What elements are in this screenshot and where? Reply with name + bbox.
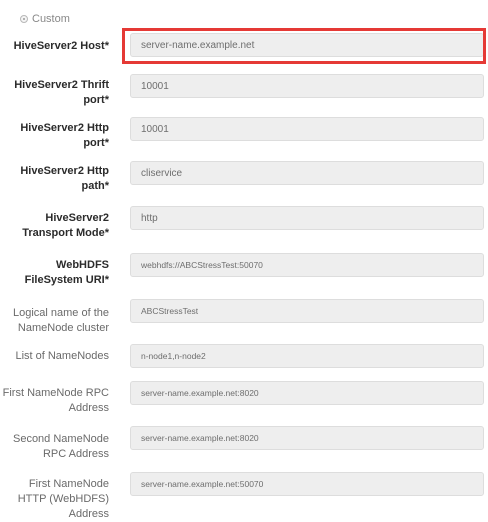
label-line: First NameNode — [28, 478, 109, 490]
hiveserver2-http-port-label: HiveServer2 Http port* — [20, 121, 109, 151]
webhdfs-filesystem-uri-input[interactable] — [130, 253, 484, 277]
hiveserver2-thrift-port-label: HiveServer2 Thrift port* — [14, 78, 109, 108]
label-line: HiveServer2 Http — [20, 165, 109, 177]
hiveserver2-http-path-input[interactable] — [130, 161, 484, 185]
second-namenode-rpc-input[interactable] — [130, 426, 484, 450]
hiveserver2-host-label-text: HiveServer2 Host* — [13, 40, 109, 52]
label-line: NameNode cluster — [17, 322, 109, 334]
label-line: Address — [68, 508, 109, 520]
label-line: HTTP (WebHDFS) — [17, 493, 109, 505]
label-line: Address — [68, 402, 109, 414]
hiveserver2-http-path-label: HiveServer2 Http path* — [20, 164, 109, 194]
custom-radio-option[interactable]: Custom — [20, 11, 70, 27]
label-line: HiveServer2 Http — [20, 122, 109, 134]
label-line: First NameNode RPC — [2, 387, 109, 399]
hiveserver2-http-port-input[interactable] — [130, 117, 484, 141]
label-line: WebHDFS — [56, 259, 109, 271]
label-line: path* — [81, 180, 110, 192]
label-line: port* — [83, 94, 109, 106]
hiveserver2-thrift-port-input[interactable] — [130, 74, 484, 98]
label-line: port* — [83, 137, 109, 149]
custom-radio-label: Custom — [32, 13, 70, 25]
namenode-cluster-input[interactable] — [130, 299, 484, 323]
first-namenode-http-input[interactable] — [130, 472, 484, 496]
list-of-namenodes-label: List of NameNodes — [15, 349, 109, 364]
namenode-cluster-label: Logical name of the NameNode cluster — [13, 306, 109, 336]
second-namenode-rpc-label: Second NameNode RPC Address — [13, 432, 109, 462]
first-namenode-rpc-label: First NameNode RPC Address — [3, 386, 109, 416]
first-namenode-http-label: First NameNode HTTP (WebHDFS) Address — [18, 477, 109, 522]
hiveserver2-host-label: HiveServer2 Host* — [14, 39, 109, 54]
webhdfs-filesystem-uri-label: WebHDFS FileSystem URI* — [25, 258, 109, 288]
label-line: HiveServer2 — [45, 212, 109, 224]
label-line: Transport Mode* — [22, 227, 109, 239]
list-of-namenodes-input[interactable] — [130, 344, 484, 368]
label-line: List of NameNodes — [15, 350, 109, 362]
hiveserver2-host-input[interactable] — [130, 33, 484, 57]
label-line: Second NameNode — [12, 433, 109, 445]
label-line: HiveServer2 Thrift — [14, 79, 109, 91]
hiveserver2-transport-mode-input[interactable] — [130, 206, 484, 230]
hiveserver2-transport-mode-label: HiveServer2 Transport Mode* — [22, 211, 109, 241]
label-line: RPC Address — [42, 448, 109, 460]
radio-button-icon[interactable] — [20, 15, 28, 23]
label-line: FileSystem URI* — [24, 274, 109, 286]
label-line: Logical name of the — [12, 307, 109, 319]
first-namenode-rpc-input[interactable] — [130, 381, 484, 405]
